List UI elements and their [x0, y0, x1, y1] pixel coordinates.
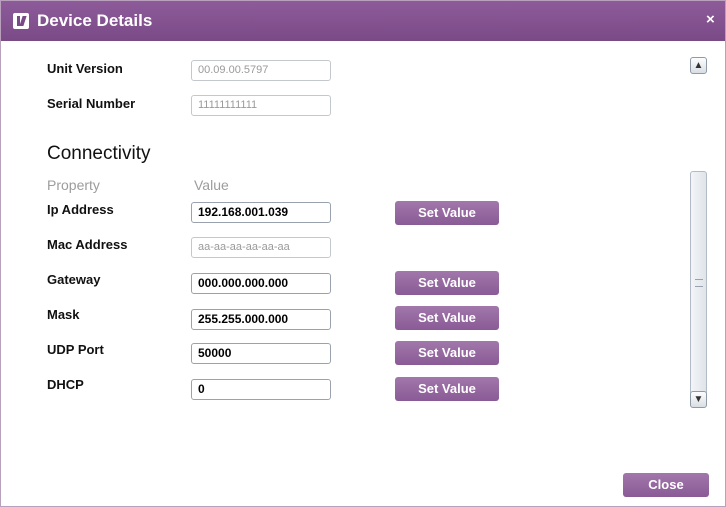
udp-port-label: UDP Port	[47, 342, 104, 357]
value-column-header: Value	[194, 177, 229, 193]
serial-number-field: 11111111111	[191, 95, 331, 116]
set-mask-button[interactable]: Set Value	[395, 306, 499, 330]
dhcp-label: DHCP	[47, 377, 84, 392]
close-button[interactable]: Close	[623, 473, 709, 497]
gateway-label: Gateway	[47, 272, 101, 287]
unit-version-label: Unit Version	[47, 61, 123, 76]
set-gateway-button[interactable]: Set Value	[395, 271, 499, 295]
vertical-scrollbar[interactable]: ▲ ▼	[687, 53, 711, 413]
close-icon[interactable]: ×	[706, 11, 715, 28]
ip-address-field[interactable]: 192.168.001.039	[191, 202, 331, 223]
scrollbar-grip-icon	[695, 279, 703, 287]
set-udp-port-button[interactable]: Set Value	[395, 341, 499, 365]
dhcp-field[interactable]: 0	[191, 379, 331, 400]
udp-port-field[interactable]: 50000	[191, 343, 331, 364]
scroll-down-icon[interactable]: ▼	[690, 391, 707, 408]
kramer-logo-icon	[13, 13, 29, 29]
mac-address-label: Mac Address	[47, 237, 128, 252]
unit-version-field: 00.09.00.5797	[191, 60, 331, 81]
window-title: Device Details	[37, 11, 153, 30]
set-dhcp-button[interactable]: Set Value	[395, 377, 499, 401]
gateway-field[interactable]: 000.000.000.000	[191, 273, 331, 294]
set-ip-address-button[interactable]: Set Value	[395, 201, 499, 225]
mask-label: Mask	[47, 307, 80, 322]
scrollbar-thumb[interactable]	[690, 171, 707, 395]
property-column-header: Property	[47, 177, 100, 193]
device-details-dialog: Device Details × Unit Version 00.09.00.5…	[0, 0, 726, 507]
mac-address-field: aa-aa-aa-aa-aa-aa	[191, 237, 331, 258]
scroll-up-icon[interactable]: ▲	[690, 57, 707, 74]
mask-field[interactable]: 255.255.000.000	[191, 309, 331, 330]
ip-address-label: Ip Address	[47, 202, 114, 217]
serial-number-label: Serial Number	[47, 96, 136, 111]
connectivity-heading: Connectivity	[47, 143, 151, 164]
title-bar: Device Details ×	[1, 1, 725, 41]
